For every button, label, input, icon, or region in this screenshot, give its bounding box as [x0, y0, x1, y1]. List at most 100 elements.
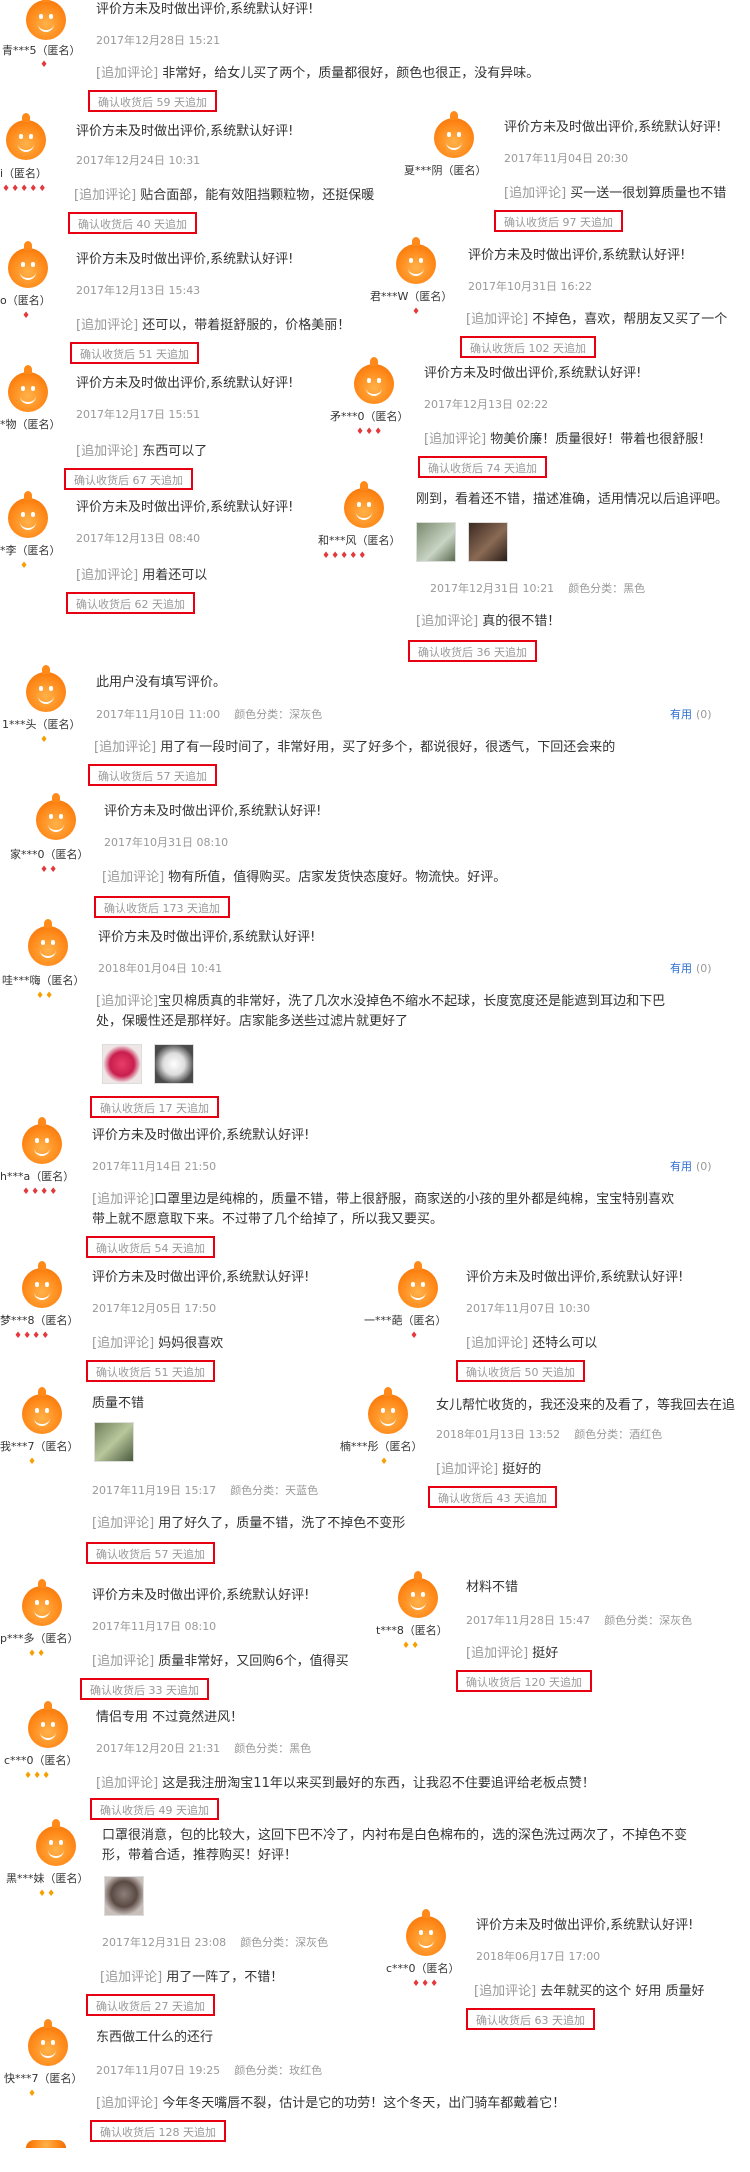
append-days-badge: 确认收货后 27 天追加 [86, 1994, 215, 2016]
user-nickname: 青***5（匿名） [2, 44, 81, 57]
append-days-badge: 确认收货后 51 天追加 [70, 342, 199, 364]
user-nickname: t***8（匿名） [376, 1624, 448, 1637]
append-days-badge: 确认收货后 36 天追加 [408, 640, 537, 662]
user-nickname: 矛***0（匿名） [330, 410, 409, 423]
user-nickname: 1***头（匿名） [2, 718, 81, 731]
review-date: 2017年12月05日 17:50 [92, 1302, 217, 1315]
appended-review: [追加评论] 用了好久了，质量不错，洗了不掉色不变形 [92, 1516, 406, 1531]
append-days-badge: 确认收货后 173 天追加 [94, 896, 230, 918]
review-date: 2017年11月07日 10:30 [466, 1302, 591, 1315]
reputation-diamond-icon: ♦♦ [402, 1641, 421, 1651]
useful-button[interactable]: 有用 (0) [670, 960, 712, 976]
review-date: 2017年11月04日 20:30 [504, 152, 629, 165]
user-nickname: o（匿名） [0, 294, 51, 307]
appended-review: [追加评论] 妈妈很喜欢 [92, 1336, 224, 1351]
avatar [6, 113, 46, 160]
user-nickname: 和***风（匿名） [318, 534, 401, 547]
reputation-diamond-icon: ♦ [380, 1457, 390, 1467]
append-days-badge: 确认收货后 40 天追加 [68, 212, 197, 234]
user-nickname: 黑***妹（匿名） [6, 1872, 89, 1885]
review-date: 2017年12月13日 15:43 [76, 284, 201, 297]
append-days-badge: 确认收货后 43 天追加 [428, 1486, 557, 1508]
review-date: 2018年01月04日 10:41 [98, 962, 223, 975]
review-photo-thumbnail[interactable] [468, 522, 508, 562]
review-date: 2017年12月28日 15:21 [96, 34, 221, 47]
color-variant: 颜色分类：酒红色 [574, 1428, 663, 1441]
review-photo-thumbnail[interactable] [102, 1044, 142, 1084]
useful-button[interactable]: 有用 (0) [670, 706, 712, 722]
appended-review: [追加评论] 东西可以了 [76, 444, 208, 459]
review-text: 女儿帮忙收货的，我还没来的及看了，等我回去在追 [436, 1398, 736, 1413]
appended-review: [追加评论] 用了一阵了，不错！ [100, 1970, 284, 1985]
review-text: 情侣专用 不过竟然进风！ [96, 1710, 244, 1725]
reputation-diamond-icon: ♦ [410, 1331, 420, 1341]
review-date: 2017年12月31日 10:21 颜色分类：黑色 [430, 582, 646, 595]
avatar [434, 111, 474, 158]
user-nickname: i（匿名） [0, 167, 48, 180]
append-days-badge: 确认收货后 120 天追加 [456, 1670, 592, 1692]
review-date: 2018年06月17日 17:00 [476, 1950, 601, 1963]
user-nickname: 梦***8（匿名） [0, 1314, 79, 1327]
reputation-diamond-icon: ♦ [28, 2089, 38, 2099]
appended-review: [追加评论] 这是我注册淘宝11年以来买到最好的东西，让我忍不住要追评给老板点赞… [96, 1776, 595, 1791]
review-text: 评价方未及时做出评价,系统默认好评! [468, 248, 686, 263]
review-text: 评价方未及时做出评价,系统默认好评! [92, 1588, 310, 1603]
review-date: 2017年11月14日 21:50 [92, 1160, 217, 1173]
avatar [28, 1701, 68, 1748]
appended-review: [追加评论] 物美价廉！质量很好！带着也很舒服！ [424, 432, 712, 447]
reputation-diamond-icon: ♦♦ [36, 991, 55, 1001]
reputation-diamond-icon: ♦ [22, 311, 32, 321]
review-photo-thumbnail[interactable] [154, 1044, 194, 1084]
avatar [8, 241, 48, 288]
review-date: 2017年11月07日 19:25 颜色分类：玫红色 [96, 2064, 323, 2077]
avatar [368, 1387, 408, 1434]
review-photo-thumbnail[interactable] [94, 1422, 134, 1462]
review-date: 2017年10月31日 16:22 [468, 280, 593, 293]
review-text: 刚到，看着还不错，描述准确，适用情况以后追评吧。 [416, 492, 729, 507]
color-variant: 颜色分类：深灰色 [234, 708, 323, 721]
avatar [28, 2019, 68, 2066]
review-text: 评价方未及时做出评价,系统默认好评! [466, 1270, 684, 1285]
append-days-badge: 确认收货后 57 天追加 [86, 1542, 215, 1564]
review-date: 2017年12月13日 02:22 [424, 398, 549, 411]
review-text: 评价方未及时做出评价,系统默认好评! [76, 500, 294, 515]
avatar [354, 357, 394, 404]
avatar [396, 237, 436, 284]
append-days-badge: 确认收货后 74 天追加 [418, 456, 547, 478]
review-photo-thumbnail[interactable] [416, 522, 456, 562]
avatar [22, 1261, 62, 1308]
appended-review: [追加评论] 不掉色，喜欢，帮朋友又买了一个 [466, 312, 728, 327]
append-days-badge: 确认收货后 17 天追加 [90, 1096, 219, 1118]
reputation-diamond-icon: ♦♦♦♦ [22, 1187, 59, 1197]
avatar [344, 481, 384, 528]
review-text: 评价方未及时做出评价,系统默认好评! [476, 1918, 694, 1933]
appended-review: [追加评论] 用了有一段时间了，非常好用，买了好多个，都说很好，很透气，下回还会… [94, 740, 616, 755]
reputation-diamond-icon: ♦♦ [28, 1649, 47, 1659]
avatar [26, 2140, 66, 2172]
review-photo-thumbnail[interactable] [104, 1876, 144, 1916]
reputation-diamond-icon: ♦♦♦♦♦ [2, 184, 48, 194]
review-date: 2017年11月19日 15:17 颜色分类：天蓝色 [92, 1484, 319, 1497]
reputation-diamond-icon: ♦ [40, 735, 50, 745]
avatar [22, 1117, 62, 1164]
review-text: 评价方未及时做出评价,系统默认好评! [424, 366, 642, 381]
appended-review: [追加评论] 去年就买的这个 好用 质量好 [474, 1984, 705, 1999]
useful-button[interactable]: 有用 (0) [670, 1158, 712, 1174]
append-days-badge: 确认收货后 128 天追加 [90, 2120, 226, 2142]
user-nickname: p***多（匿名） [0, 1632, 79, 1645]
avatar [398, 1571, 438, 1618]
appended-review: [追加评论] 用着还可以 [76, 568, 208, 583]
review-text: 评价方未及时做出评价,系统默认好评! [504, 120, 722, 135]
appended-review: [追加评论] 买一送一很划算质量也不错 [504, 186, 727, 201]
color-variant: 颜色分类：深灰色 [240, 1936, 329, 1949]
avatar [28, 919, 68, 966]
color-variant: 颜色分类：深灰色 [604, 1614, 693, 1627]
review-text: 口罩很消意，包的比较大，这回下巴不冷了，内衬布是白色棉布的，选的深色洗过两次了，… [102, 1828, 688, 1863]
review-text: 评价方未及时做出评价,系统默认好评! [76, 124, 294, 139]
avatar [398, 1261, 438, 1308]
review-text: 评价方未及时做出评价,系统默认好评! [96, 2, 314, 17]
reputation-diamond-icon: ♦ [20, 561, 30, 571]
review-text: 东西做工什么的还行 [96, 2030, 214, 2045]
avatar [406, 1909, 446, 1956]
color-variant: 颜色分类：黑色 [234, 1742, 312, 1755]
